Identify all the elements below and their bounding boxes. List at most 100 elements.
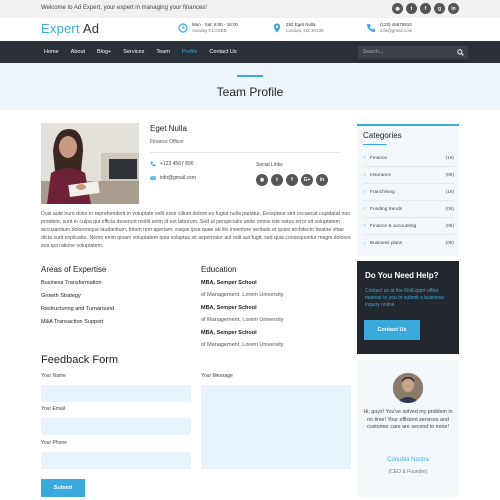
logo[interactable]: Expert Ad	[41, 21, 99, 36]
education-degree: MBA, Semper School	[201, 330, 257, 336]
top-social-links: ◉ t f g in	[392, 3, 459, 14]
top-bar: Welcome to Ad Expert, your expert in man…	[0, 0, 500, 18]
category-item-business-plans[interactable]: ○ Business plans (08)	[363, 235, 454, 252]
category-item-finance-accounting[interactable]: ○ Finance & accounting (08)	[363, 218, 454, 235]
logo-part2: Ad	[82, 21, 100, 36]
category-count: (19)	[445, 155, 454, 161]
expertise-item: Business Transformation	[41, 280, 102, 286]
bullet-icon: ○	[363, 240, 367, 247]
category-item-franchising[interactable]: ○ Franchising (19)	[363, 184, 454, 201]
facebook-icon[interactable]: f	[286, 174, 298, 186]
nav-home[interactable]: Home	[38, 41, 65, 63]
submit-button[interactable]: Submit	[41, 479, 85, 497]
search-input[interactable]: Search...	[358, 46, 468, 59]
hours-line2: Sunday CLOSED	[192, 28, 228, 33]
message-field[interactable]	[201, 385, 351, 469]
avatar-image	[393, 373, 423, 403]
title-accent-bar	[237, 75, 263, 77]
location-pin-icon	[273, 23, 281, 33]
category-item-insurance[interactable]: ○ Insurance (09)	[363, 167, 454, 184]
category-label: Funding trends	[370, 206, 403, 212]
phone-icon	[150, 161, 156, 167]
rss-icon[interactable]: ◉	[392, 3, 403, 14]
bullet-icon: ○	[363, 155, 367, 161]
category-label: Business plans	[370, 241, 403, 246]
email-field[interactable]	[41, 418, 191, 435]
search-placeholder: Search...	[363, 49, 384, 55]
linkedin-icon[interactable]: in	[316, 174, 328, 186]
profile-role: Finance Officer	[150, 139, 184, 145]
help-title: Do You Need Help?	[365, 271, 439, 280]
bullet-icon: ○	[363, 223, 367, 229]
profile-phone-text: +123 4567 890	[160, 161, 194, 167]
envelope-icon	[150, 176, 156, 180]
category-item-funding-trends[interactable]: ○ Funding trends (08)	[363, 201, 454, 218]
search-icon[interactable]	[457, 49, 464, 56]
testimonial-name[interactable]: Conubia Nostra	[357, 457, 459, 463]
category-count: (19)	[445, 189, 454, 195]
profile-email[interactable]: info@gmail.com	[150, 175, 196, 181]
category-count: (08)	[445, 241, 454, 246]
phone-label: Your Phone	[41, 440, 67, 446]
education-list: MBA, Semper School of Management, Lorem …	[201, 280, 284, 355]
profile-phone[interactable]: +123 4567 890	[150, 161, 194, 167]
education-title: Education	[201, 265, 237, 274]
facebook-icon[interactable]: f	[420, 3, 431, 14]
expertise-item: Growth Strategy	[41, 293, 81, 299]
rss-icon[interactable]: ◉	[256, 174, 268, 186]
nav-profile[interactable]: Profile	[176, 41, 204, 63]
nav-contact[interactable]: Contact Us	[203, 41, 242, 63]
twitter-icon[interactable]: t	[406, 3, 417, 14]
phone-line2: info@gmail.com	[380, 28, 413, 33]
twitter-icon[interactable]: t	[271, 174, 283, 186]
avatar	[393, 373, 423, 403]
profile-bio: Duis aute irure dolor in reprehenderit i…	[41, 211, 351, 249]
nav-blog[interactable]: Blog+	[91, 41, 117, 63]
category-item-finance[interactable]: ○ Finance (19)	[363, 150, 454, 167]
hours-info: Mon - Sat: 8:00 - 16:00 Sunday CLOSED	[178, 22, 238, 34]
profile-name: Eget Nulla	[150, 124, 187, 133]
nav-services[interactable]: Services	[117, 41, 150, 63]
category-label: Insurance	[370, 172, 392, 178]
phone-field[interactable]	[41, 452, 191, 469]
testimonial-role: (CEO & Founder)	[388, 469, 428, 475]
main-nav: Home About Blog+ Services Team Profile C…	[0, 41, 500, 63]
nav-about[interactable]: About	[65, 41, 91, 63]
expertise-item: M&A Transaction Support	[41, 319, 104, 325]
bullet-icon: ○	[363, 206, 367, 212]
category-count: (08)	[445, 223, 454, 229]
name-field[interactable]	[41, 385, 191, 402]
nav-team[interactable]: Team	[150, 41, 175, 63]
page-banner: Team Profile	[0, 63, 500, 110]
bullet-icon: ○	[363, 172, 367, 178]
social-links-label: Social Links	[256, 162, 283, 168]
expertise-list: Business Transformation Growth Strategy …	[41, 280, 114, 332]
education-degree: MBA, Semper School	[201, 305, 257, 311]
category-count: (08)	[445, 206, 454, 212]
phone-icon	[367, 24, 375, 32]
profile-photo	[41, 123, 139, 204]
feedback-title: Feedback Form	[41, 354, 119, 366]
header: Expert Ad Mon - Sat: 8:00 - 16:00 Sunday…	[0, 18, 500, 41]
help-text: Contact us at the FinExpert office neare…	[365, 288, 444, 308]
phone-info: (123) 45678910 info@gmail.com	[366, 22, 412, 34]
education-detail: of Management, Lorem University	[201, 317, 284, 323]
name-label: Your Name	[41, 373, 66, 379]
google-plus-icon[interactable]: g	[434, 3, 445, 14]
expertise-item: Restructuring and Turnaround	[41, 306, 115, 312]
education-detail: of Management, Lorem University	[201, 292, 284, 298]
linkedin-icon[interactable]: in	[448, 3, 459, 14]
expertise-title: Areas of Expertise	[41, 265, 107, 274]
education-degree: MBA, Semper School	[201, 280, 257, 286]
google-plus-icon[interactable]: G+	[301, 174, 313, 186]
logo-part1: Expert	[41, 21, 80, 36]
category-label: Finance & accounting	[370, 223, 417, 229]
category-label: Franchising	[370, 189, 395, 195]
address-line2: London, OZ 30130	[286, 28, 324, 33]
bullet-icon: ○	[363, 189, 367, 195]
profile-social-links: ◉ t f G+ in	[256, 174, 328, 186]
profile-email-text: info@gmail.com	[160, 175, 196, 181]
testimonial-quote: Hi, guys! You've solved my problem in no…	[363, 409, 453, 430]
contact-us-button[interactable]: Contact Us	[364, 320, 420, 340]
address-info: 292 Eget Nulla London, OZ 30130	[272, 22, 324, 34]
